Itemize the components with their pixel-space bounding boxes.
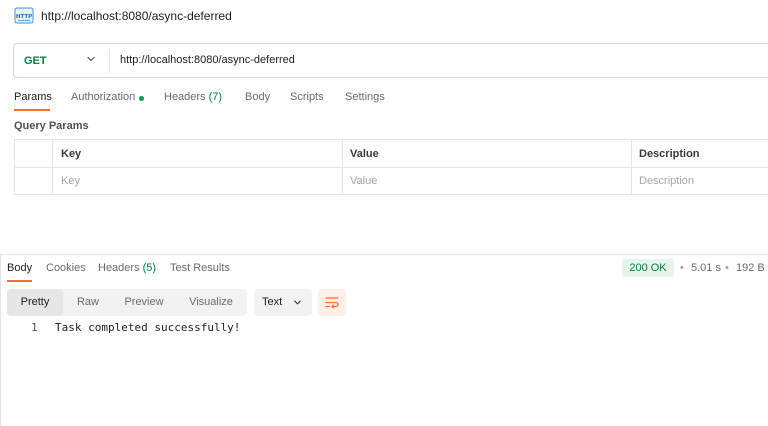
pane-edge <box>0 255 1 426</box>
line-number: 1 <box>31 321 38 334</box>
format-select[interactable]: Text <box>254 289 312 316</box>
column-key <box>53 140 343 167</box>
row-checkbox-cell[interactable] <box>15 167 53 195</box>
tab-scripts[interactable]: Scripts <box>290 91 324 103</box>
query-params-table: Key Value Description Key Value Descript… <box>14 139 768 195</box>
status-badge[interactable]: 200 OK <box>622 259 674 277</box>
value-input-cell[interactable] <box>343 167 632 195</box>
response-tab-test-results[interactable]: Test Results <box>170 262 230 274</box>
description-placeholder[interactable]: Description <box>639 175 694 187</box>
chevron-down-icon <box>294 300 301 305</box>
view-mode-pretty[interactable]: Pretty <box>7 289 63 316</box>
view-mode-selector: Pretty Raw Preview Visualize <box>7 289 247 316</box>
tab-params[interactable]: Params <box>14 91 52 103</box>
active-tab-indicator <box>7 280 32 282</box>
key-placeholder[interactable]: Key <box>61 175 80 187</box>
key-input-cell[interactable] <box>53 167 343 195</box>
view-mode-raw[interactable]: Raw <box>63 289 113 316</box>
chevron-down-icon[interactable] <box>85 53 97 65</box>
divider <box>109 49 110 73</box>
pane-divider[interactable] <box>0 254 768 255</box>
response-time[interactable]: 5.01 s <box>691 262 721 274</box>
view-mode-preview[interactable]: Preview <box>113 289 175 316</box>
tab-authorization[interactable]: Authorization <box>71 91 135 103</box>
column-value <box>343 140 632 167</box>
tab-body[interactable]: Body <box>245 91 270 103</box>
response-tab-cookies[interactable]: Cookies <box>46 262 86 274</box>
svg-text:HTTP: HTTP <box>16 14 32 20</box>
request-title[interactable]: http://localhost:8080/async-deferred <box>41 9 232 23</box>
tab-headers-label: Headers <box>164 91 206 103</box>
response-tab-body[interactable]: Body <box>7 262 32 274</box>
separator-dot: • <box>680 262 684 274</box>
separator-dot: • <box>725 262 729 274</box>
method-select[interactable]: GET <box>24 55 47 67</box>
tab-headers[interactable]: Headers (7) <box>164 91 222 103</box>
response-size[interactable]: 192 B <box>736 262 765 274</box>
response-body-text[interactable]: Task completed successfully! <box>55 321 240 334</box>
column-header-key: Key <box>61 148 82 160</box>
auth-status-dot <box>139 96 144 101</box>
column-header-value: Value <box>350 148 379 160</box>
value-placeholder[interactable]: Value <box>350 175 377 187</box>
wrap-lines-icon <box>325 297 339 309</box>
format-label: Text <box>262 296 283 308</box>
url-input[interactable]: http://localhost:8080/async-deferred <box>120 54 295 66</box>
checkbox-column-header <box>15 140 53 167</box>
response-headers-count: (5) <box>142 262 157 274</box>
query-params-heading: Query Params <box>14 120 89 132</box>
headers-count: (7) <box>208 91 223 103</box>
column-header-description: Description <box>639 148 700 160</box>
response-tab-headers-label: Headers <box>98 262 140 274</box>
view-mode-visualize[interactable]: Visualize <box>175 289 247 316</box>
tab-settings[interactable]: Settings <box>345 91 385 103</box>
response-tab-headers[interactable]: Headers (5) <box>98 262 156 274</box>
wrap-lines-button[interactable] <box>318 289 346 316</box>
active-tab-indicator <box>14 109 50 111</box>
url-bar: GET http://localhost:8080/async-deferred <box>13 43 768 78</box>
http-icon: HTTP <box>14 7 34 24</box>
